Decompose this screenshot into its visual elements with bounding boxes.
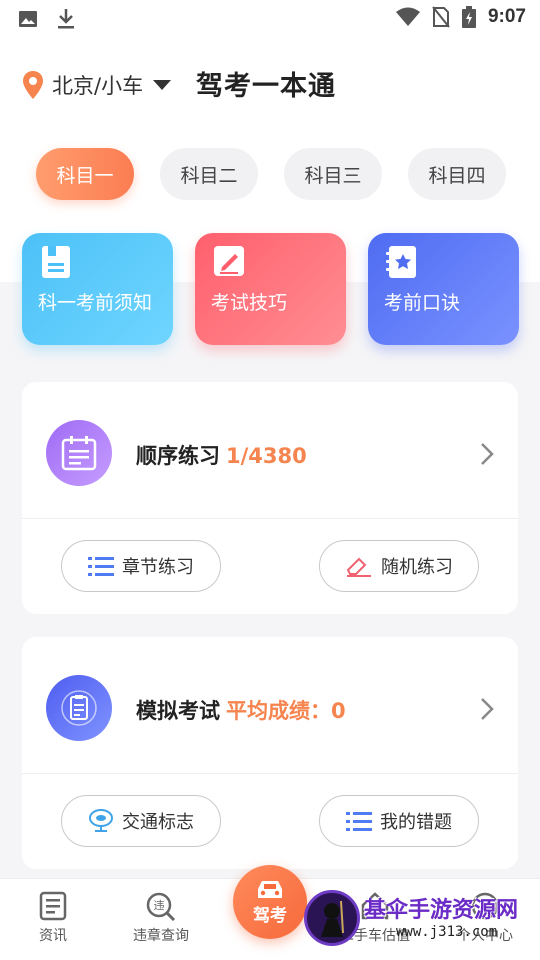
chapter-practice-label: 章节练习	[122, 557, 194, 578]
location-label: 北京/小车	[52, 74, 144, 98]
mock-exam-row[interactable]: 模拟考试 平均成绩：0	[22, 637, 518, 775]
battery-icon	[461, 6, 476, 28]
watermark-logo	[304, 890, 360, 946]
quick-card-label: 科一考前须知	[38, 292, 153, 314]
calendar-icon	[46, 420, 112, 486]
status-bar: 9:07	[0, 0, 540, 36]
list-icon	[346, 812, 372, 831]
clock: 9:07	[487, 6, 526, 27]
nav-label: 违章查询	[133, 928, 189, 944]
chevron-down-icon	[153, 80, 172, 90]
road-sign-icon	[89, 809, 113, 832]
eraser-icon	[346, 557, 371, 577]
practice-progress: 1/4380	[226, 444, 307, 468]
nav-item-driving-test[interactable]: 驾考	[233, 865, 307, 939]
random-practice-button[interactable]: 随机练习	[319, 540, 479, 592]
quick-card-label: 考试技巧	[211, 292, 288, 314]
divider	[22, 773, 518, 774]
download-icon	[58, 9, 74, 29]
practice-title-text: 顺序练习	[136, 444, 220, 468]
nav-label: 资讯	[39, 928, 67, 944]
subject-tabs: 科目一 科目二 科目三 科目四	[36, 148, 506, 200]
tab-subject-1[interactable]: 科目一	[36, 148, 134, 200]
location-pin-icon	[23, 71, 43, 99]
no-sim-icon	[432, 6, 450, 28]
watermark-url: www.j313.com	[396, 924, 498, 940]
exam-card: 模拟考试 平均成绩：0 交通标志 我的错题	[22, 637, 518, 869]
quick-card-mnemonics[interactable]: 考前口诀	[368, 233, 519, 345]
violation-search-icon: 违	[146, 892, 176, 921]
quick-card-exam-notice[interactable]: 科一考前须知	[22, 233, 173, 345]
car-icon	[258, 880, 282, 898]
svg-text:违: 违	[154, 899, 165, 912]
traffic-signs-label: 交通标志	[122, 812, 194, 833]
wrong-questions-button[interactable]: 我的错题	[319, 795, 479, 847]
wrong-questions-label: 我的错题	[380, 812, 452, 833]
exam-average-score: 平均成绩：0	[226, 699, 346, 723]
practice-card: 顺序练习 1/4380 章节练习 随机练习	[22, 382, 518, 614]
exam-title: 模拟考试 平均成绩：0	[136, 695, 346, 725]
pencil-note-icon	[214, 246, 244, 276]
nav-label: 驾考	[253, 905, 287, 926]
chapter-practice-button[interactable]: 章节练习	[61, 540, 221, 592]
location-selector[interactable]: 北京/小车	[22, 70, 172, 100]
tab-subject-3[interactable]: 科目三	[284, 148, 382, 200]
document-icon	[42, 246, 70, 278]
watermark-title: 基伞手游资源网	[364, 898, 519, 923]
image-icon	[19, 11, 37, 27]
exam-title-text: 模拟考试	[136, 699, 220, 723]
quick-cards: 科一考前须知 考试技巧 考前口诀	[22, 233, 519, 345]
sequential-practice-row[interactable]: 顺序练习 1/4380	[22, 382, 518, 520]
tab-subject-4[interactable]: 科目四	[408, 148, 506, 200]
exam-paper-icon	[46, 675, 112, 741]
chevron-right-icon	[481, 698, 494, 720]
quick-card-exam-tips[interactable]: 考试技巧	[195, 233, 346, 345]
star-notebook-icon	[386, 246, 416, 278]
random-practice-label: 随机练习	[381, 557, 453, 578]
divider	[22, 518, 518, 519]
practice-title: 顺序练习 1/4380	[136, 440, 307, 470]
news-icon	[39, 891, 67, 921]
watermark: 基伞手游资源网 www.j313.com	[300, 884, 540, 954]
list-icon	[88, 557, 114, 576]
chevron-right-icon	[481, 443, 494, 465]
nav-item-violation[interactable]: 违 违章查询	[116, 891, 206, 945]
tab-subject-2[interactable]: 科目二	[160, 148, 258, 200]
traffic-signs-button[interactable]: 交通标志	[61, 795, 221, 847]
quick-card-label: 考前口诀	[384, 292, 461, 314]
nav-item-news[interactable]: 资讯	[8, 891, 98, 945]
wifi-icon	[395, 7, 420, 26]
page-title: 驾考一本通	[196, 71, 336, 102]
